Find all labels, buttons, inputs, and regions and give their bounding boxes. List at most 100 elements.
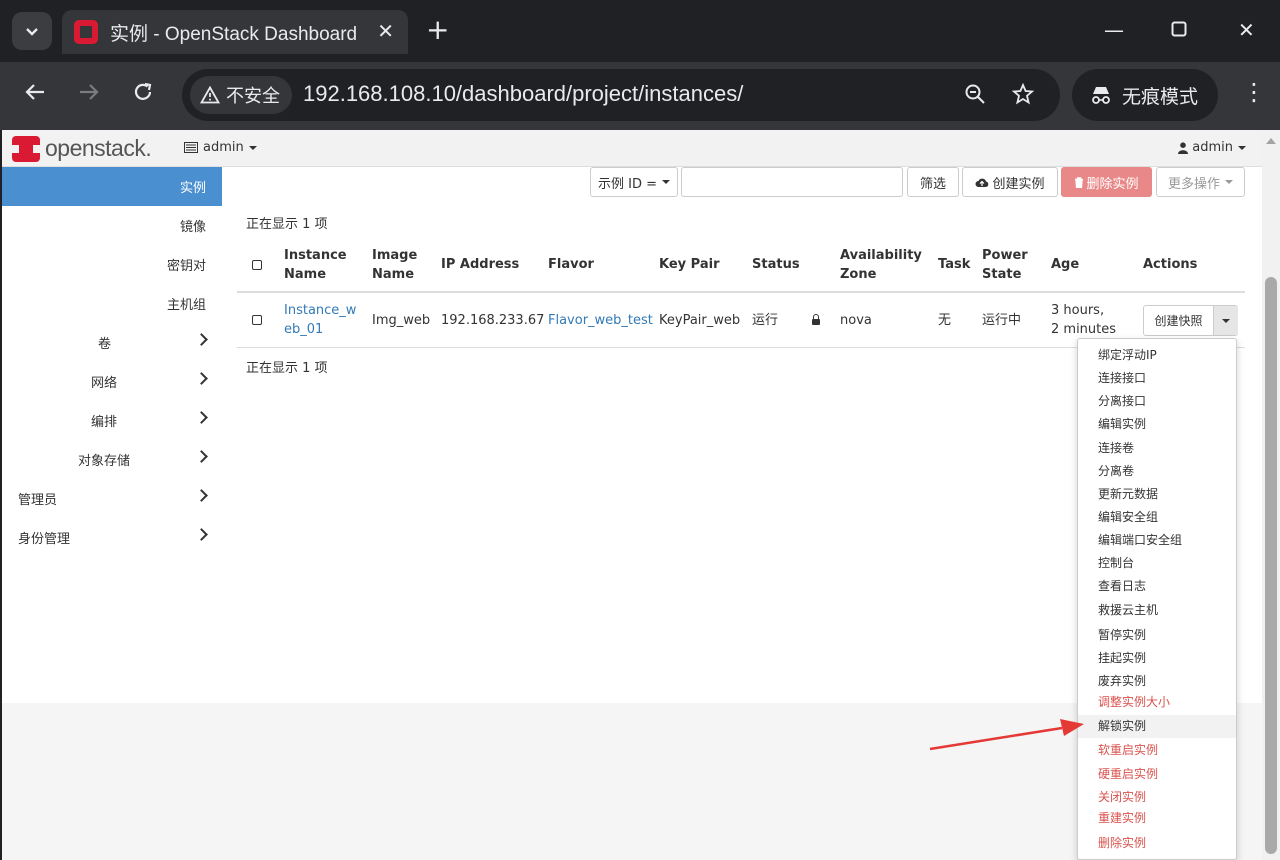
cell-availability-zone: nova [840, 313, 872, 328]
incognito-indicator[interactable]: 无痕模式 [1072, 69, 1218, 121]
col-power-state[interactable]: Power State [982, 246, 1028, 284]
cell-key-pair: KeyPair_web [659, 313, 741, 328]
menu-item-suspend-instance[interactable]: 挂起实例 [1078, 647, 1236, 669]
new-tab-button[interactable]: + [426, 14, 449, 46]
menu-item-rebuild-instance[interactable]: 重建实例 [1078, 807, 1236, 829]
scrollbar-thumb[interactable] [1265, 277, 1277, 854]
reload-button[interactable] [132, 80, 154, 110]
back-button[interactable] [24, 80, 46, 110]
col-status[interactable]: Status [752, 255, 800, 274]
more-actions-button[interactable]: 更多操作 [1156, 167, 1245, 197]
sidebar-section-label: 管理员 [18, 493, 58, 508]
sidebar-section-admin[interactable]: 管理员 [2, 479, 222, 518]
col-flavor[interactable]: Flavor [548, 255, 594, 274]
filter-field-select[interactable]: 示例 ID = [590, 167, 678, 197]
openstack-logo[interactable]: openstack. [12, 135, 152, 162]
openstack-logo-icon [12, 135, 40, 162]
sidebar-section-label: 卷 [98, 337, 112, 352]
maximize-window-button[interactable] [1171, 18, 1187, 42]
sidebar-item-instances[interactable]: 实例 [2, 167, 222, 206]
menu-item-pause-instance[interactable]: 暂停实例 [1078, 624, 1236, 646]
tab-search-button[interactable] [12, 12, 52, 50]
menu-item-edit-security-groups[interactable]: 编辑安全组 [1078, 506, 1236, 528]
browser-menu-icon[interactable]: ⋮ [1242, 78, 1266, 106]
col-actions: Actions [1143, 257, 1198, 272]
menu-item-rescue-instance[interactable]: 救援云主机 [1078, 599, 1236, 621]
close-window-button[interactable]: ✕ [1238, 18, 1255, 42]
project-selector[interactable]: admin [184, 140, 257, 155]
filter-input[interactable] [681, 167, 903, 197]
zoom-icon[interactable] [964, 83, 986, 111]
menu-item-soft-reboot-instance[interactable]: 软重启实例 [1078, 739, 1236, 761]
menu-item-detach-volume[interactable]: 分离卷 [1078, 460, 1236, 482]
row-checkbox[interactable] [252, 315, 262, 325]
openstack-favicon-icon [74, 20, 98, 44]
caret-down-icon [1222, 318, 1230, 323]
create-instance-label: 创建实例 [992, 176, 1045, 192]
sidebar-section-object-store[interactable]: 对象存储 [2, 440, 222, 479]
row-actions-dropdown-toggle[interactable] [1214, 306, 1238, 335]
col-instance-name[interactable]: Instance Name [284, 246, 347, 284]
security-label: 不安全 [226, 86, 280, 107]
maximize-icon [1171, 21, 1187, 37]
sidebar-item-server-groups[interactable]: 主机组 [2, 284, 222, 323]
menu-item-edit-instance[interactable]: 编辑实例 [1078, 413, 1236, 435]
security-indicator[interactable]: 不安全 [190, 76, 292, 114]
col-availability-zone[interactable]: Availability Zone [840, 246, 922, 284]
menu-item-console[interactable]: 控制台 [1078, 552, 1236, 574]
col-key-pair[interactable]: Key Pair [659, 255, 719, 274]
sidebar-item-label: 主机组 [166, 298, 206, 313]
tab-title: 实例 - OpenStack Dashboard [110, 23, 358, 45]
col-age[interactable]: Age [1051, 255, 1079, 274]
instance-name-link[interactable]: Instance_w eb_01 [284, 301, 356, 339]
delete-instances-button[interactable]: 删除实例 [1061, 167, 1152, 197]
minimize-window-button[interactable]: — [1104, 18, 1124, 42]
instances-table: Instance Name Image Name IP Address Flavor… [237, 237, 1245, 348]
col-task[interactable]: Task [938, 255, 970, 274]
menu-item-resize-instance[interactable]: 调整实例大小 [1078, 691, 1236, 713]
sidebar-section-orchestration[interactable]: 编排 [2, 401, 222, 440]
menu-item-associate-floating-ip[interactable]: 绑定浮动IP [1078, 344, 1236, 366]
filter-button[interactable]: 筛选 [907, 167, 959, 197]
user-menu[interactable]: admin [1178, 140, 1246, 155]
chevron-right-icon [195, 489, 208, 502]
menu-item-attach-volume[interactable]: 连接卷 [1078, 437, 1236, 459]
address-bar[interactable]: 不安全 192.168.108.10/dashboard/project/ins… [182, 69, 1060, 121]
openstack-page: openstack. admin admin 实例 镜像 密钥对 主机组 卷 网… [2, 130, 1262, 860]
sidebar-section-label: 身份管理 [18, 532, 71, 547]
menu-item-edit-port-security-groups[interactable]: 编辑端口安全组 [1078, 529, 1236, 551]
caret-down-icon [1225, 180, 1233, 184]
create-instance-button[interactable]: 创建实例 [962, 167, 1058, 197]
bookmark-star-icon[interactable] [1011, 82, 1035, 111]
menu-item-detach-interface[interactable]: 分离接口 [1078, 390, 1236, 412]
browser-tab-active[interactable]: 实例 - OpenStack Dashboard ✕ [62, 10, 408, 54]
flavor-link[interactable]: Flavor_web_test [548, 311, 653, 330]
col-ip-address[interactable]: IP Address [441, 255, 519, 274]
browser-toolbar: 不安全 192.168.108.10/dashboard/project/ins… [0, 62, 1280, 130]
menu-item-view-log[interactable]: 查看日志 [1078, 575, 1236, 597]
sidebar-item-images[interactable]: 镜像 [2, 206, 222, 245]
menu-item-delete-instance[interactable]: 删除实例 [1078, 832, 1236, 854]
caret-down-icon [662, 180, 670, 184]
sidebar-item-keypairs[interactable]: 密钥对 [2, 245, 222, 284]
item-count-bottom: 正在显示 1 项 [246, 361, 328, 376]
scroll-up-arrow-icon[interactable] [1266, 138, 1276, 144]
cell-status: 运行 [752, 313, 779, 328]
col-image-name[interactable]: Image Name [372, 246, 417, 284]
menu-item-update-metadata[interactable]: 更新元数据 [1078, 483, 1236, 505]
tab-close-icon[interactable]: ✕ [377, 19, 394, 43]
sidebar-section-volumes[interactable]: 卷 [2, 323, 222, 362]
caret-down-icon [248, 145, 257, 150]
sidebar-section-network[interactable]: 网络 [2, 362, 222, 401]
menu-item-hard-reboot-instance[interactable]: 硬重启实例 [1078, 763, 1236, 785]
menu-item-attach-interface[interactable]: 连接接口 [1078, 367, 1236, 389]
select-all-checkbox[interactable] [252, 260, 262, 270]
menu-item-shelve-instance[interactable]: 废弃实例 [1078, 670, 1236, 692]
menu-item-unlock-instance[interactable]: 解锁实例 [1078, 715, 1236, 738]
menu-item-shut-off-instance[interactable]: 关闭实例 [1078, 786, 1236, 808]
forward-button[interactable] [78, 80, 100, 110]
create-snapshot-button[interactable]: 创建快照 [1144, 306, 1214, 335]
chevron-right-icon [195, 450, 208, 463]
sidebar-section-identity[interactable]: 身份管理 [2, 518, 222, 557]
url-text[interactable]: 192.168.108.10/dashboard/project/instanc… [303, 81, 743, 107]
